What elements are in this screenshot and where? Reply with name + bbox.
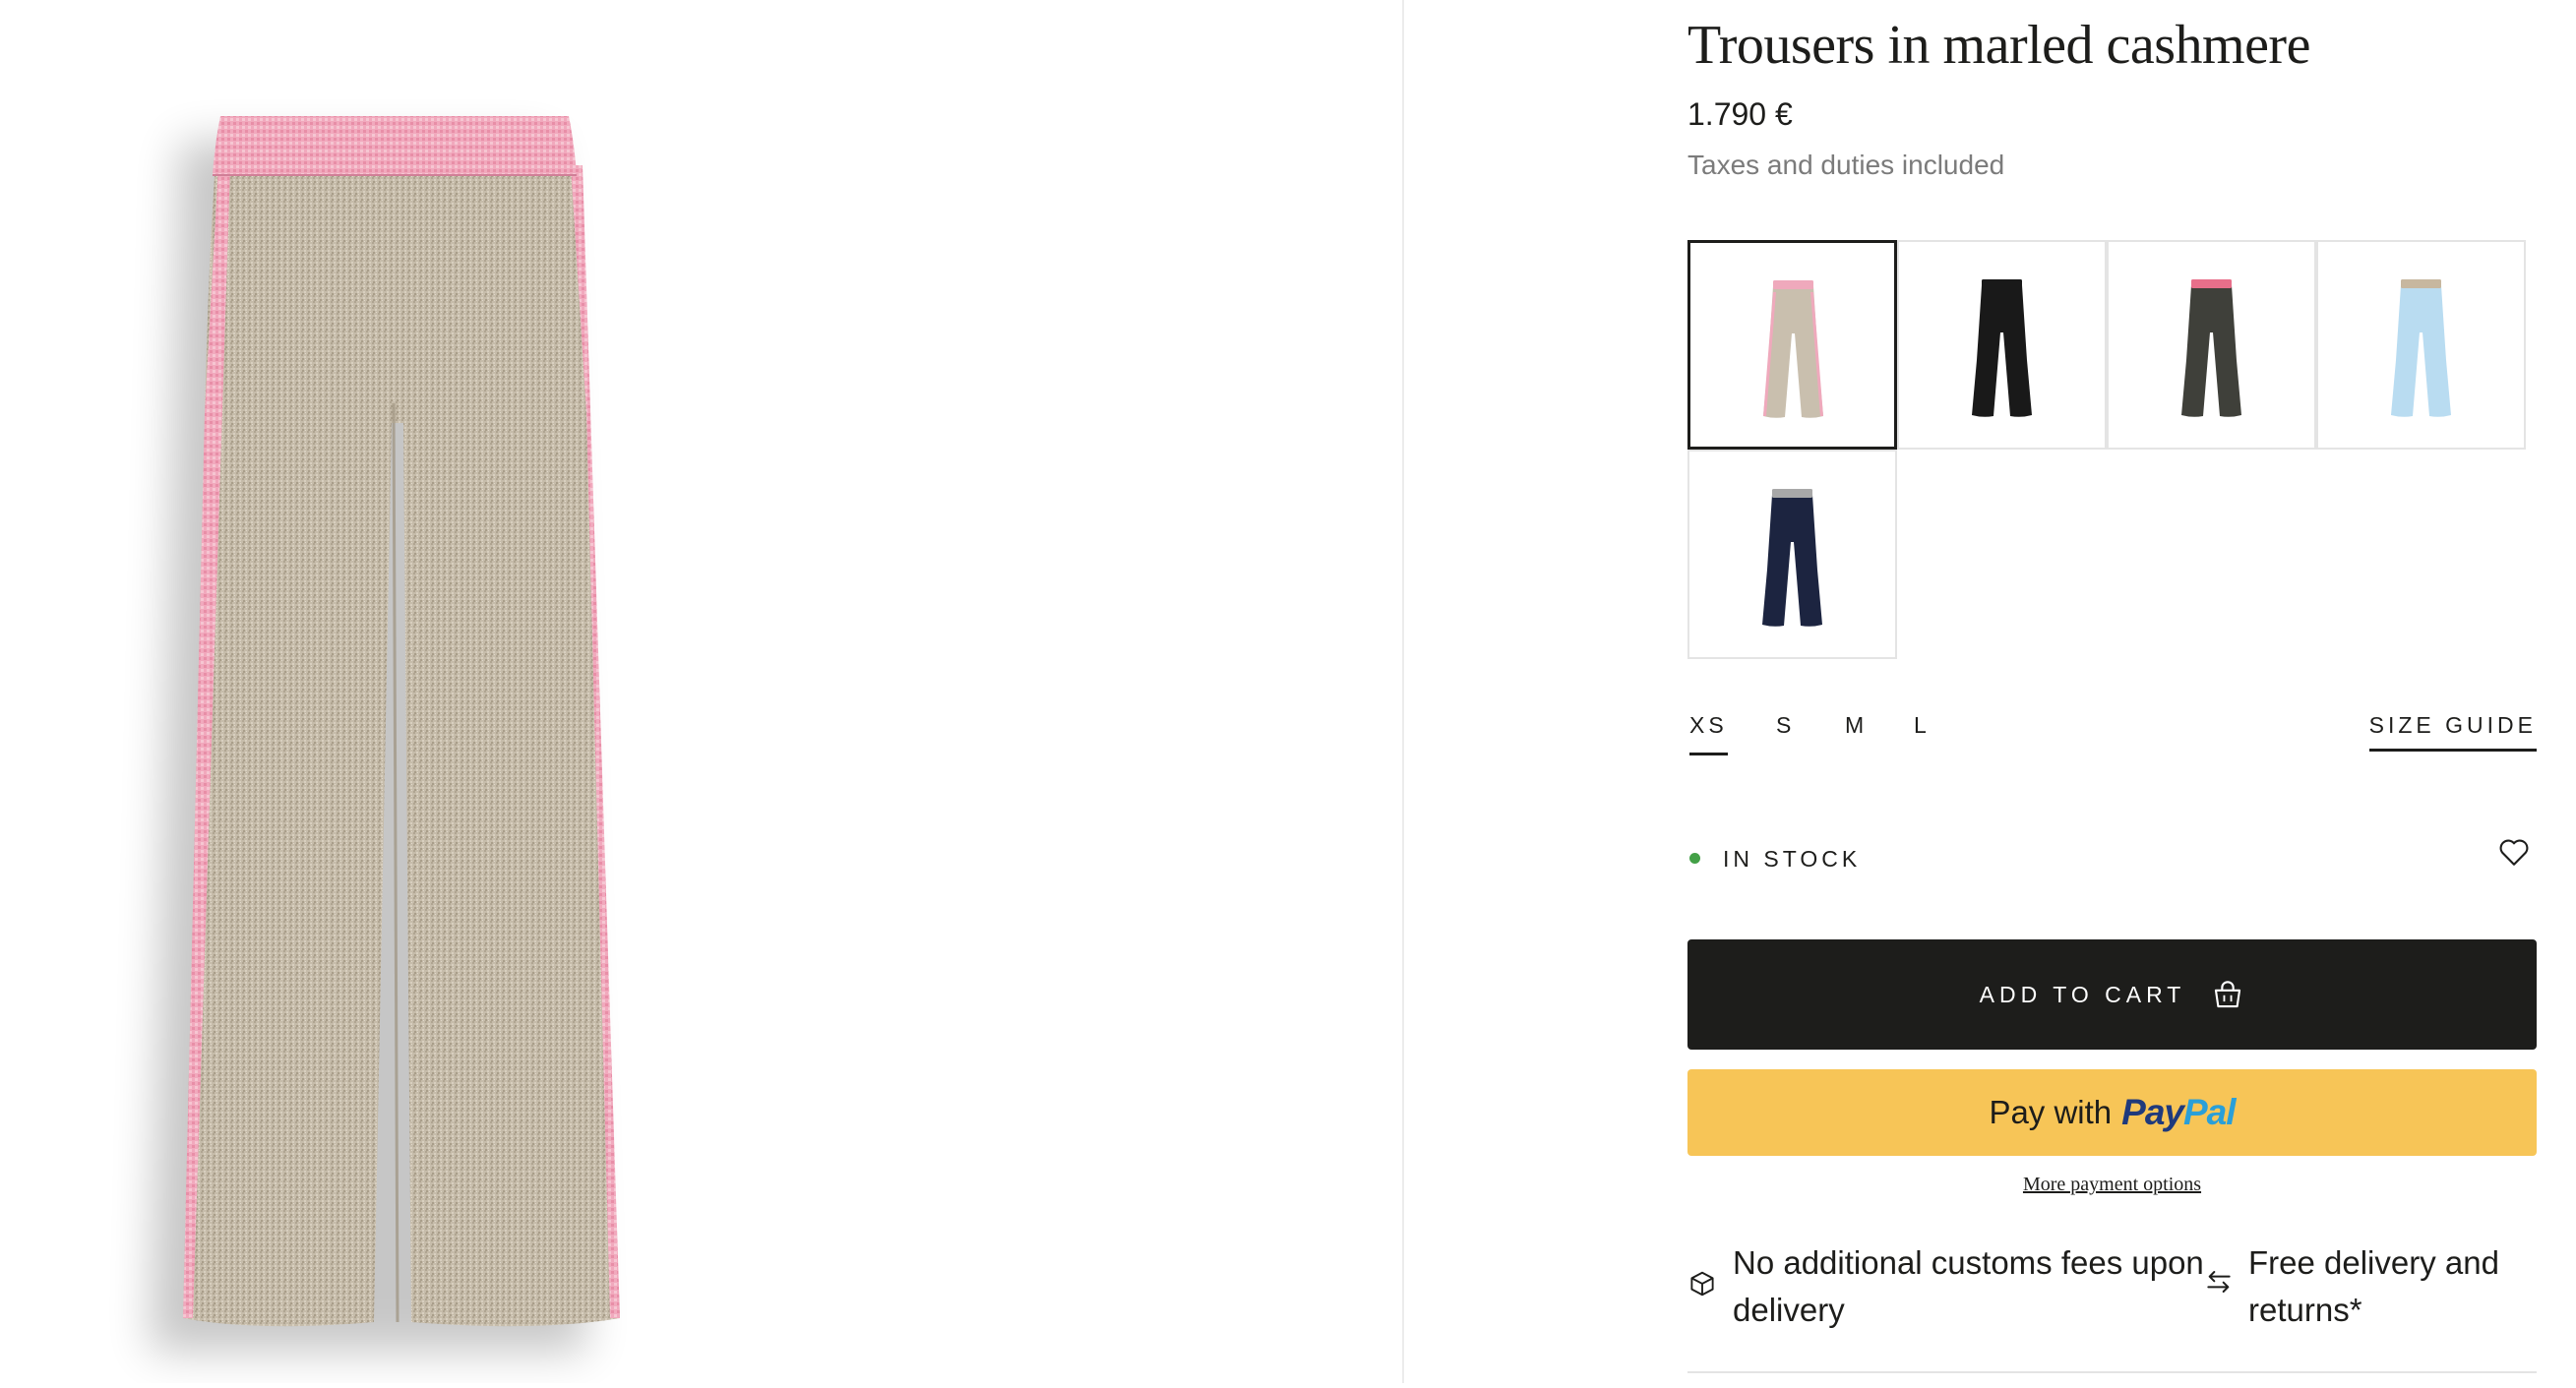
size-option-xs[interactable]: XS [1689,712,1728,755]
product-main-image[interactable] [0,0,1402,1383]
section-divider [1687,1371,2537,1373]
size-option-m[interactable]: M [1845,712,1868,739]
more-payment-options-link[interactable]: More payment options [1687,1174,2537,1196]
taxes-note: Taxes and duties included [1687,150,2005,180]
customs-fees-line-1: No additional customs fees upon [1733,1244,2204,1281]
color-swatch-light-blue[interactable] [2316,240,2526,450]
customs-fees-line-2: delivery [1733,1292,1845,1328]
customs-fees-feature: No additional customs fees upon delivery [1733,1239,2204,1334]
free-delivery-feature: Free delivery and returns* [2248,1239,2499,1334]
stock-status-dot [1689,853,1700,864]
shopping-bag-icon [2211,978,2244,1011]
color-swatch-black[interactable] [1897,240,2107,450]
trousers-thumbnail-navy [1762,489,1822,627]
free-delivery-line-1: Free delivery and [2248,1244,2499,1281]
size-guide-link[interactable]: SIZE GUIDE [2368,712,2537,752]
paypal-logo-pay: Pay [2121,1092,2184,1132]
add-to-cart-button[interactable]: ADD TO CART [1687,939,2537,1050]
wishlist-button[interactable] [2496,834,2532,875]
product-image-panel [0,0,1402,1383]
paypal-prefix: Pay with [1989,1094,2113,1130]
size-option-s[interactable]: S [1776,712,1795,739]
color-swatch-marled-beige[interactable] [1687,240,1897,450]
free-delivery-line-2: returns* [2248,1292,2362,1328]
trousers-thumbnail-black [1972,279,2032,417]
add-to-cart-label: ADD TO CART [1979,981,2186,1007]
trousers-thumbnail-dark-grey [2181,279,2241,417]
paypal-button[interactable]: Pay with Pay Pal [1687,1069,2537,1156]
heart-outline-icon [2499,839,2529,866]
product-title: Trousers in marled cashmere [1687,15,2310,76]
exchange-arrows-icon [2203,1266,2235,1302]
size-option-l[interactable]: L [1914,712,1931,739]
product-price: 1.790 € [1687,96,1793,132]
trousers-thumbnail-marled-beige [1763,280,1823,418]
package-box-icon [1687,1269,1717,1303]
stock-status: IN STOCK [1723,846,1862,872]
paypal-logo-pal: Pal [2183,1092,2237,1132]
color-swatch-navy[interactable] [1687,450,1897,659]
trousers-thumbnail-light-blue [2391,279,2451,417]
product-details-panel: Trousers in marled cashmere 1.790 € Taxe… [1404,0,2576,1383]
color-swatch-dark-grey[interactable] [2107,240,2316,450]
